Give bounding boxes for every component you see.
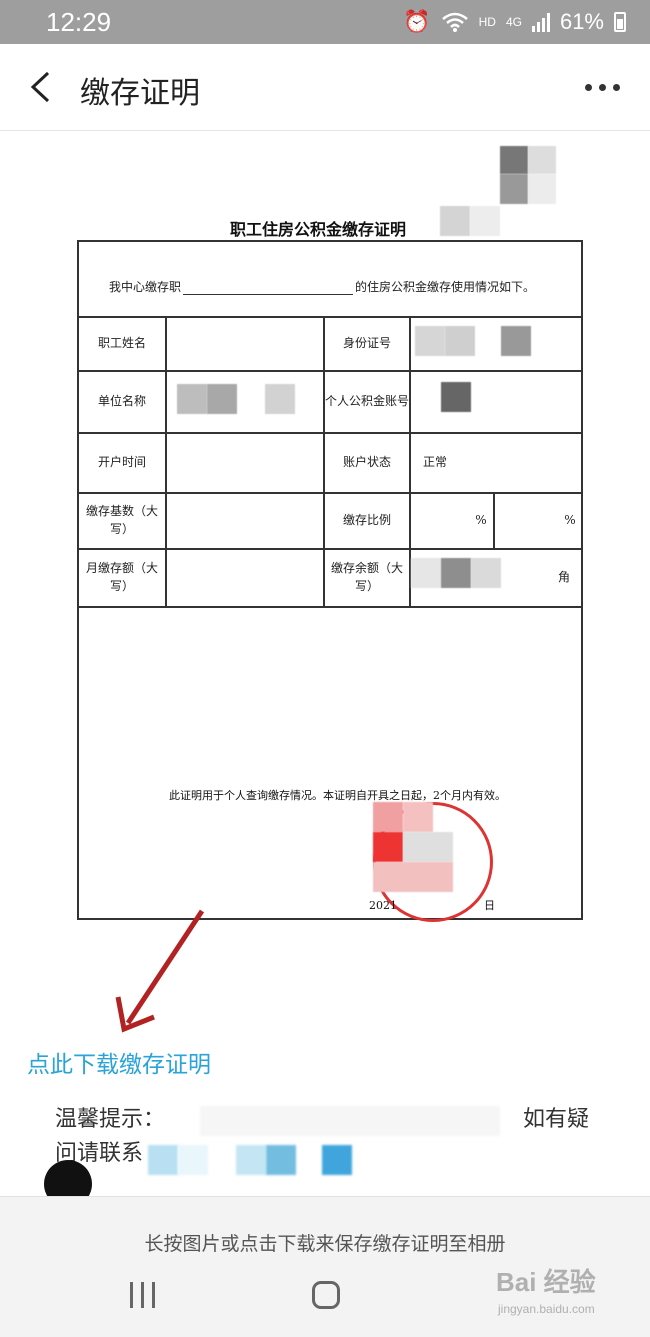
- page-title: 缴存证明: [80, 76, 200, 111]
- intro-prefix: 我中心缴存职: [109, 280, 182, 294]
- intro-text: 我中心缴存职 的住房公积金缴存使用情况如下。: [109, 278, 535, 295]
- redacted-tip: [200, 1106, 500, 1136]
- redacted-value: [445, 326, 475, 356]
- tip-right: 如有疑: [523, 1107, 590, 1132]
- redacted-contact: [148, 1145, 178, 1175]
- table-row: 职工姓名 身份证号: [79, 316, 581, 372]
- redacted-contact: [266, 1145, 296, 1175]
- status-icons: ⏰ HD 4G 61%: [403, 9, 626, 35]
- redacted-value: [441, 382, 471, 412]
- label-account-no: 个人公积金账号: [325, 394, 410, 408]
- home-button[interactable]: [312, 1281, 340, 1309]
- certificate-image[interactable]: 职工住房公积金缴存证明 我中心缴存职 的住房公积金缴存使用情况如下。 职工姓名 身…: [60, 140, 600, 940]
- redacted-value: [415, 326, 445, 356]
- back-button[interactable]: [26, 70, 58, 104]
- battery-percent: 61%: [559, 9, 604, 34]
- blurred-stamp: [373, 862, 453, 892]
- certificate-table: 我中心缴存职 的住房公积金缴存使用情况如下。 职工姓名 身份证号 单位名称 个人公…: [77, 240, 583, 922]
- more-dot-icon: [599, 84, 606, 91]
- redacted-value: [471, 558, 501, 588]
- date-year: 2021: [369, 899, 397, 912]
- redacted-contact: [178, 1145, 208, 1175]
- baidu-watermark: Bai 经验: [496, 1267, 596, 1297]
- download-certificate-link[interactable]: 点此下载缴存证明: [27, 1045, 211, 1079]
- recent-apps-icon: [130, 1282, 133, 1308]
- ratio-unit: %: [564, 513, 576, 527]
- blurred-stamp: [403, 802, 433, 832]
- blank-line: [183, 280, 354, 295]
- issue-date: 2021 日: [369, 897, 495, 913]
- recent-apps-icon: [141, 1282, 144, 1308]
- redacted-value: [177, 384, 207, 414]
- ratio-unit: %: [475, 513, 487, 527]
- label-name: 职工姓名: [97, 336, 146, 350]
- blurred-qr: [528, 174, 556, 204]
- blurred-stamp: [403, 832, 453, 862]
- redacted-value: [207, 384, 237, 414]
- status-time: 12:29: [46, 7, 112, 37]
- recent-apps-icon: [152, 1282, 155, 1308]
- blurred-qr: [500, 146, 528, 174]
- table-row: 开户时间 账户状态 正常: [79, 432, 581, 494]
- redacted-value: [441, 558, 471, 588]
- validity-notice: 此证明用于个人查询缴存情况。本证明自开具之日起，2个月内有效。: [169, 789, 506, 802]
- blurred-stamp: [373, 802, 403, 832]
- baidu-watermark-url: jingyan.baidu.com: [498, 1302, 595, 1316]
- balance-unit: 角: [557, 570, 570, 584]
- app-header: 缴存证明: [0, 44, 650, 131]
- certificate-title: 职工住房公积金缴存证明: [230, 220, 407, 239]
- label-account-status: 账户状态: [342, 455, 391, 469]
- blurred-qr: [440, 206, 470, 236]
- redacted-contact: [236, 1145, 266, 1175]
- alarm-icon: ⏰: [403, 9, 431, 34]
- wifi-icon: [441, 12, 468, 32]
- redacted-value: [411, 558, 441, 588]
- network-label: 4G: [505, 15, 522, 29]
- more-dot-icon: [585, 84, 592, 91]
- redacted-contact: [322, 1145, 352, 1175]
- status-bar: 12:29 ⏰ HD 4G 61%: [0, 0, 650, 44]
- table-row: 月缴存额（大写） 缴存余额（大写） 角: [79, 548, 581, 608]
- label-employer: 单位名称: [97, 394, 146, 408]
- account-status-value: 正常: [422, 455, 447, 469]
- intro-suffix: 的住房公积金缴存使用情况如下。: [355, 280, 536, 294]
- blurred-stamp: [373, 832, 403, 862]
- label-balance: 缴存余额（大写）: [330, 561, 403, 593]
- blurred-qr: [528, 146, 556, 174]
- blurred-qr: [500, 174, 528, 204]
- intro-row: 我中心缴存职 的住房公积金缴存使用情况如下。: [79, 242, 581, 318]
- more-dot-icon: [613, 84, 620, 91]
- blurred-qr: [470, 206, 500, 236]
- label-id-number: 身份证号: [342, 336, 391, 350]
- date-day: 日: [484, 899, 495, 912]
- more-button[interactable]: [585, 84, 620, 91]
- label-base: 缴存基数（大写）: [85, 504, 158, 536]
- recent-apps-button[interactable]: [130, 1282, 155, 1308]
- hd-label: HD: [478, 15, 496, 29]
- redacted-value: [265, 384, 295, 414]
- annotation-arrow-icon: [115, 909, 205, 1033]
- label-open-time: 开户时间: [97, 455, 146, 469]
- signal-icon: [531, 12, 550, 32]
- redacted-value: [501, 326, 531, 356]
- table-row: 缴存基数（大写） 缴存比例 % %: [79, 492, 581, 550]
- save-hint: 长按图片或点击下载来保存缴存证明至相册: [144, 1233, 506, 1255]
- label-ratio: 缴存比例: [342, 513, 391, 527]
- label-monthly: 月缴存额（大写）: [85, 561, 158, 593]
- table-row: 单位名称 个人公积金账号: [79, 370, 581, 434]
- battery-icon: [614, 12, 626, 32]
